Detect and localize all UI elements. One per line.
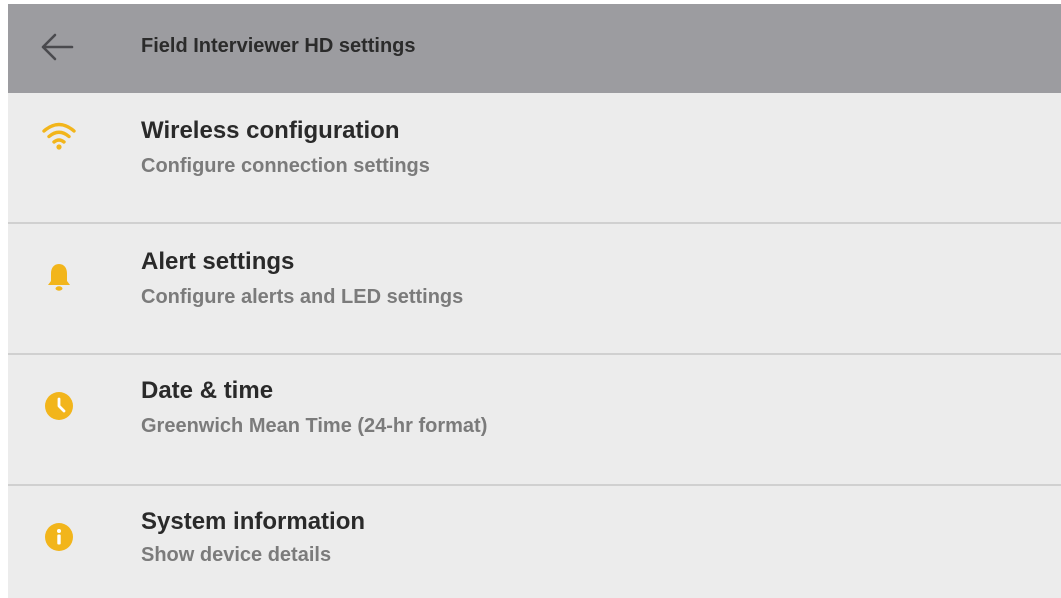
wifi-icon	[38, 115, 80, 157]
settings-item-title: Alert settings	[141, 248, 295, 275]
settings-screen: Field Interviewer HD settings Wireless c…	[8, 4, 1061, 598]
info-icon	[38, 516, 80, 558]
settings-item-system-information[interactable]: System information Show device details	[8, 486, 1061, 598]
settings-item-wireless-configuration[interactable]: Wireless configuration Configure connect…	[8, 93, 1061, 224]
settings-item-subtitle: Configure alerts and LED settings	[141, 286, 464, 308]
settings-item-subtitle: Greenwich Mean Time (24-hr format)	[141, 415, 488, 437]
settings-item-subtitle: Configure connection settings	[141, 155, 430, 177]
settings-list: Wireless configuration Configure connect…	[8, 93, 1061, 598]
app-bar: Field Interviewer HD settings	[8, 4, 1061, 93]
settings-item-date-time[interactable]: Date & time Greenwich Mean Time (24-hr f…	[8, 355, 1061, 486]
settings-item-title: System information	[141, 508, 366, 535]
settings-item-title: Date & time	[141, 377, 274, 404]
back-button[interactable]	[36, 28, 78, 70]
page-title: Field Interviewer HD settings	[141, 35, 416, 57]
bell-icon	[38, 256, 80, 298]
arrow-left-icon[interactable]	[40, 33, 74, 66]
settings-item-title: Wireless configuration	[141, 117, 400, 144]
clock-icon	[38, 385, 80, 427]
settings-item-alert-settings[interactable]: Alert settings Configure alerts and LED …	[8, 224, 1061, 355]
settings-item-subtitle: Show device details	[141, 544, 332, 566]
